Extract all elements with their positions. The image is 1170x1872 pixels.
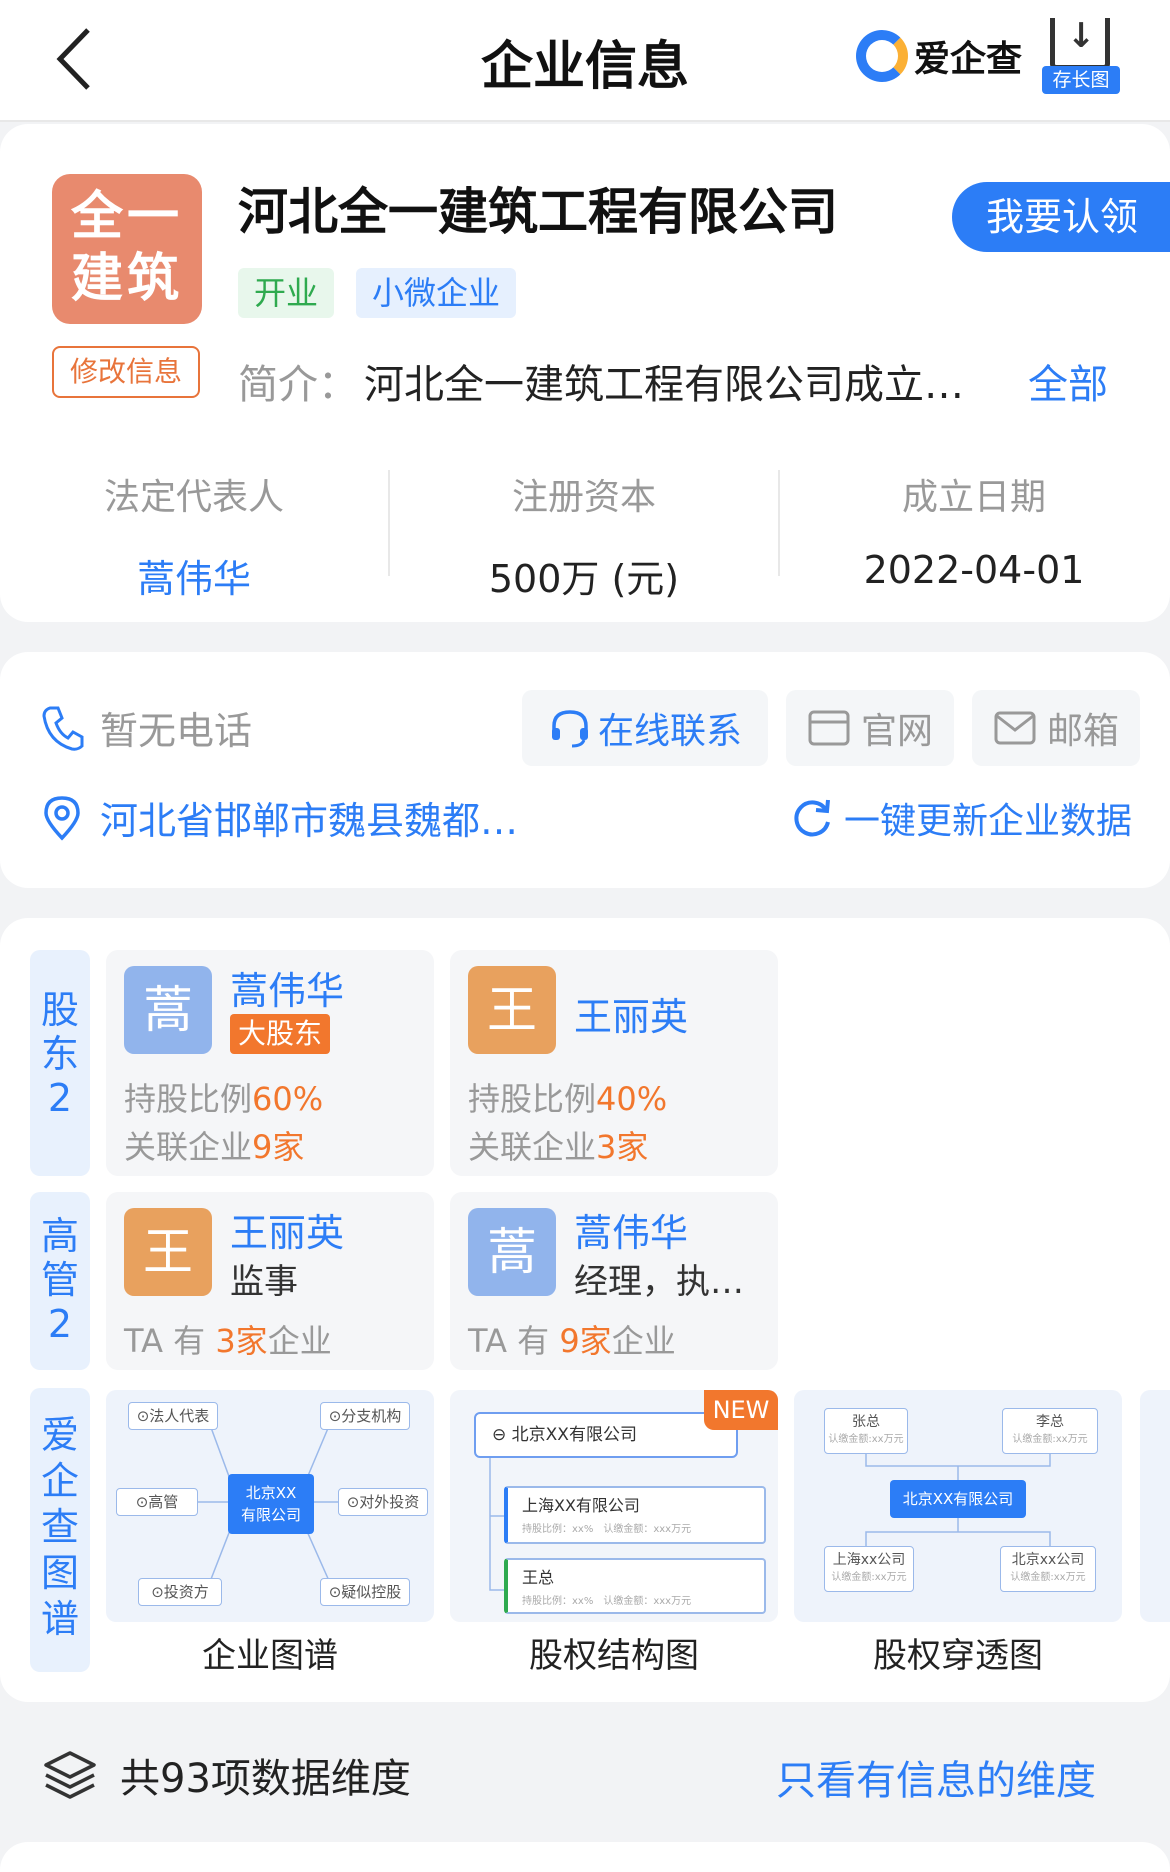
executive-name[interactable]: 王丽英 (230, 1202, 344, 1257)
refresh-data-button[interactable]: 一键更新企业数据 (790, 792, 1132, 844)
shareholder-card[interactable]: 王 王丽英 持股比例40% 关联企业3家 (450, 950, 778, 1176)
equity-penetration-thumbnail[interactable]: 张总 认缴金额:xx万元 李总 认缴金额:xx万元 北京XX有限公司 上海xx公司认… (794, 1390, 1122, 1622)
enterprise-graph-label: 企业图谱 (202, 1636, 338, 1676)
next-graph-peek[interactable] (1140, 1390, 1170, 1622)
registered-capital-stat: 注册资本 500万 (元) (488, 477, 680, 601)
legal-rep-link[interactable]: 蒿伟华 (24, 548, 364, 603)
online-contact-button[interactable]: 在线联系 (522, 690, 768, 766)
divider (388, 470, 390, 576)
data-dimensions-row: 共93项数据维度 (42, 1746, 411, 1804)
website-button[interactable]: 官网 (786, 690, 954, 766)
brand-name: 爱企查 (914, 39, 1023, 80)
size-badge: 小微企业 (356, 268, 517, 318)
browser-icon (808, 710, 850, 746)
headset-icon (551, 710, 588, 748)
phone-icon (42, 706, 84, 751)
ta-companies: TA 有 9家企业 (468, 1322, 676, 1360)
shareholders-tab[interactable]: 股 东 2 (30, 950, 90, 1176)
founded-date-stat: 成立日期 2022-04-01 (863, 477, 1085, 592)
intro-label: 简介： (238, 362, 358, 408)
phone-row[interactable]: 暂无电话 (40, 700, 252, 755)
new-badge: NEW (704, 1390, 778, 1430)
share-ratio: 持股比例60% (124, 1080, 324, 1118)
equity-structure-label: 股权结构图 (529, 1636, 699, 1676)
equity-penetration-label: 股权穿透图 (873, 1636, 1043, 1676)
graphs-tab[interactable]: 爱 企 查 图 谱 (30, 1388, 90, 1672)
ta-companies: TA 有 3家企业 (124, 1322, 332, 1360)
save-long-image-button[interactable]: ↓ 存长图 (1042, 16, 1120, 94)
related-companies: 关联企业9家 (124, 1128, 305, 1166)
executive-role: 监事 (230, 1262, 298, 1302)
claim-button[interactable]: 我要认领 (952, 182, 1170, 252)
legal-rep-stat: 法定代表人 蒿伟华 (24, 468, 364, 603)
executive-role: 经理，执… (574, 1262, 744, 1302)
address-text: 河北省邯郸市魏县魏都… (100, 799, 519, 843)
executive-card[interactable]: 蒿 蒿伟华 经理，执… TA 有 9家企业 (450, 1192, 778, 1370)
avatar: 蒿 (468, 1208, 556, 1296)
executive-name[interactable]: 蒿伟华 (574, 1202, 688, 1257)
location-pin-icon (44, 795, 80, 841)
company-name: 河北全一建筑工程有限公司 (238, 183, 838, 241)
shareholder-name[interactable]: 王丽英 (574, 986, 688, 1041)
dimensions-count: 共93项数据维度 (120, 1756, 411, 1802)
related-companies: 关联企业3家 (468, 1128, 649, 1166)
brand-q-icon (856, 30, 908, 82)
executives-tab[interactable]: 高 管 2 (30, 1192, 90, 1370)
next-section-card (0, 1842, 1170, 1872)
intro-all-link[interactable]: 全部 (1028, 352, 1108, 410)
brand-logo: 爱企查 (856, 30, 1022, 82)
contact-card (0, 652, 1170, 888)
status-badge: 开业 (238, 268, 335, 318)
intro-text: 河北全一建筑工程有限公司成立… (364, 362, 964, 408)
share-ratio: 持股比例40% (468, 1080, 668, 1118)
phone-text: 暂无电话 (100, 709, 253, 753)
shareholder-name[interactable]: 蒿伟华 (230, 960, 344, 1015)
save-label: 存长图 (1042, 66, 1120, 94)
avatar: 蒿 (124, 966, 212, 1054)
edit-info-button[interactable]: 修改信息 (52, 346, 200, 398)
layers-icon (44, 1751, 96, 1799)
major-shareholder-badge: 大股东 (230, 1014, 331, 1054)
avatar: 王 (468, 966, 556, 1054)
avatar: 王 (124, 1208, 212, 1296)
shareholder-card[interactable]: 蒿 蒿伟华 大股东 持股比例60% 关联企业9家 (106, 950, 434, 1176)
mail-icon (994, 711, 1036, 745)
company-logo: 全一 建筑 (52, 174, 202, 324)
equity-structure-thumbnail[interactable]: ⊖ 北京XX有限公司 上海XX有限公司 持股比例：xx% 认缴金额：xxx万元 … (450, 1390, 778, 1622)
email-button[interactable]: 邮箱 (972, 690, 1140, 766)
executive-card[interactable]: 王 王丽英 监事 TA 有 3家企业 (106, 1192, 434, 1370)
address-row[interactable]: 河北省邯郸市魏县魏都… (42, 790, 518, 845)
divider (778, 470, 780, 576)
filter-dimensions-link[interactable]: 只看有信息的维度 (776, 1748, 1096, 1806)
refresh-icon (794, 799, 830, 837)
enterprise-graph-thumbnail[interactable]: ⊙法人代表 ⊙分支机构 ⊙高管 ⊙对外投资 ⊙投资方 ⊙疑似控股 北京XX 有限公… (106, 1390, 434, 1622)
